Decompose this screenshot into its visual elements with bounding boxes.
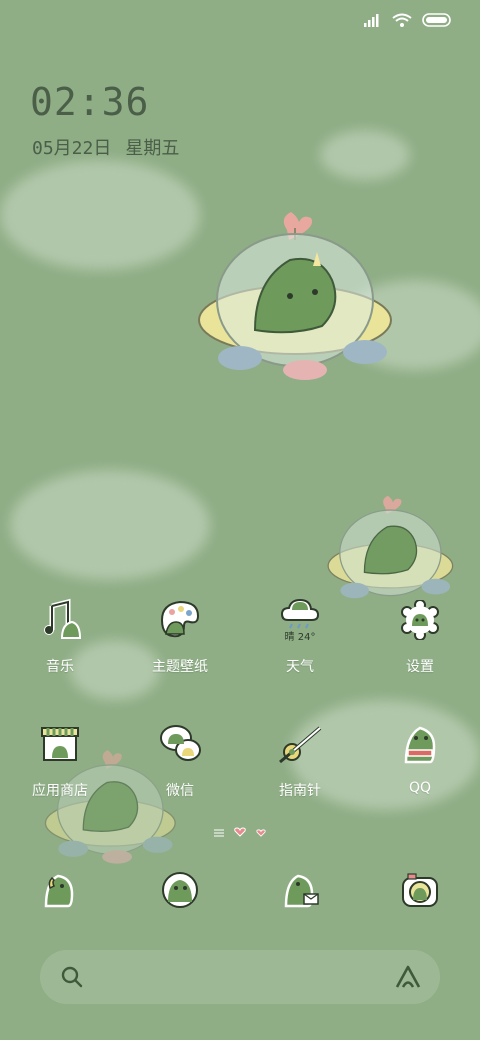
music-note-icon [36,596,84,644]
contacts-dino-icon [156,866,204,914]
app-wechat[interactable]: 微信 [120,720,240,800]
phone-dino-icon [36,866,84,914]
app-settings[interactable]: 设置 [360,596,480,676]
weather-text: 晴 24° [284,631,316,643]
weekday-text: 星期五 [125,138,180,159]
app-label: 应用商店 [32,783,88,799]
search-icon[interactable] [60,965,84,993]
background-cloud [320,130,410,180]
app-store[interactable]: 应用商店 [0,720,120,800]
app-label: 设置 [406,659,434,675]
background-cloud [0,160,200,270]
app-weather[interactable]: 晴 24° 天气 [240,596,360,676]
chat-bubbles-icon [156,720,204,768]
app-label: 主题壁纸 [152,659,208,675]
app-music[interactable]: 音乐 [0,596,120,676]
assistant-icon[interactable] [394,964,422,994]
ufo-dino-illustration [327,495,454,599]
date-text: 05月22日 [32,138,112,159]
dino-scarf-icon [396,720,444,768]
page-indicator[interactable] [0,822,480,841]
ufo-dino-illustration [198,212,392,380]
app-theme-wallpaper[interactable]: 主题壁纸 [120,596,240,676]
battery-icon [422,12,452,31]
gear-icon [396,596,444,644]
wifi-icon [392,12,412,31]
dock-phone[interactable] [0,866,120,914]
dock-camera[interactable] [360,866,480,914]
signal-icon [364,12,382,31]
dock-contacts[interactable] [120,866,240,914]
app-qq[interactable]: QQ [360,720,480,800]
message-dino-icon [276,866,324,914]
palette-icon [156,596,204,644]
clock-date[interactable]: 05月22日 星期五 [32,134,193,160]
store-icon [36,720,84,768]
app-label: 微信 [166,783,194,799]
app-label: 天气 [286,659,314,675]
status-bar [0,0,480,40]
camera-dino-icon [396,866,444,914]
app-grid-row: 音乐 主题壁纸 晴 24° 天气 设置 [0,596,480,676]
clock-time[interactable]: 02:36 [30,80,149,124]
compass-icon [276,720,324,768]
app-compass[interactable]: 指南针 [240,720,360,800]
dock [0,866,480,914]
dock-messages[interactable] [240,866,360,914]
menu-lines-icon [214,822,224,841]
heart-icon [256,822,266,841]
app-label: 音乐 [46,659,74,675]
weather-icon: 晴 24° [276,596,324,644]
heart-icon [234,822,246,841]
app-label: 指南针 [279,783,321,799]
app-grid-row: 应用商店 微信 指南针 QQ [0,720,480,800]
search-bar[interactable] [40,950,440,1004]
background-cloud [10,470,210,580]
app-label: QQ [408,780,432,796]
